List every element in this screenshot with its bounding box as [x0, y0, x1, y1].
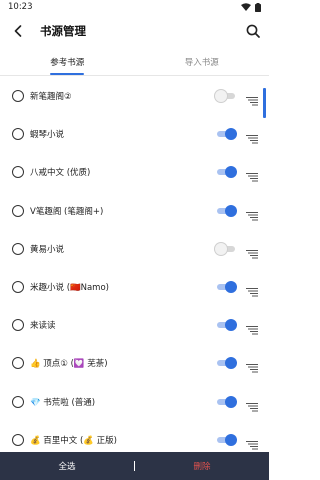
enable-toggle[interactable]: [215, 166, 237, 179]
enable-toggle[interactable]: [215, 395, 237, 408]
drag-handle-icon[interactable]: [246, 282, 258, 297]
source-name: 八戒中文 (优质): [30, 168, 91, 179]
source-name: 米趣小说 (🇨🇳Namo): [30, 283, 109, 293]
page-title: 书源管理: [40, 24, 86, 38]
drag-handle-icon[interactable]: [246, 435, 258, 450]
select-radio[interactable]: [12, 128, 24, 141]
back-button[interactable]: [10, 23, 26, 39]
source-row[interactable]: 米趣小说 (🇨🇳Namo): [0, 268, 269, 306]
enable-toggle[interactable]: [215, 281, 237, 293]
drag-handle-icon[interactable]: [246, 244, 258, 259]
source-name: 蝦琴小说: [30, 130, 65, 141]
source-row[interactable]: 八戒中文 (优质): [0, 153, 269, 191]
drag-handle-icon[interactable]: [246, 206, 258, 221]
scrollbar[interactable]: [263, 88, 266, 118]
select-all-button[interactable]: 全选: [0, 460, 134, 472]
drag-handle-icon[interactable]: [246, 358, 258, 373]
select-radio[interactable]: [12, 90, 24, 102]
source-row[interactable]: 👍 顶点① (💟 芜荼): [0, 344, 269, 382]
source-row[interactable]: 💰 百里中文 (💰 正版): [0, 421, 269, 452]
search-icon: [246, 24, 260, 38]
source-row[interactable]: 黄易小说: [0, 230, 269, 268]
source-name: 💰 百里中文 (💰 正版): [30, 435, 117, 446]
source-row[interactable]: 新笔趣阁②: [0, 77, 269, 115]
source-name: 👍 顶点① (💟 芜荼): [30, 359, 108, 370]
app-bar: 书源管理: [0, 14, 269, 48]
select-radio[interactable]: [12, 319, 24, 332]
drag-handle-icon[interactable]: [246, 320, 258, 335]
source-name: 新笔趣阁②: [30, 92, 72, 102]
source-row[interactable]: 蝦琴小说: [0, 115, 269, 153]
enable-toggle[interactable]: [215, 433, 237, 446]
source-name: 💎 书荒啦 (普通): [30, 397, 96, 408]
source-name: 黄易小说: [30, 244, 65, 255]
enable-toggle[interactable]: [215, 242, 237, 255]
enable-toggle[interactable]: [215, 128, 237, 141]
tab-reference-sources[interactable]: 参考书源: [0, 48, 135, 75]
source-name: V笔趣阁 (笔趣阁+): [30, 206, 104, 217]
select-radio[interactable]: [12, 357, 24, 370]
enable-toggle[interactable]: [215, 357, 237, 370]
enable-toggle[interactable]: [215, 90, 237, 102]
status-time: 10:23: [8, 2, 33, 12]
source-list: 新笔趣阁② 蝦琴小说八戒中文 (优质) V笔趣阁 (笔趣阁+) 黄易小说米趣小说 (🇨…: [0, 77, 269, 452]
drag-handle-icon[interactable]: [246, 129, 258, 144]
bottom-action-bar: 全选 删除: [0, 452, 269, 480]
tab-bar: 参考书源 导入书源: [0, 48, 269, 76]
status-bar: 10:23: [0, 0, 269, 14]
source-row[interactable]: 来读读: [0, 306, 269, 344]
source-row[interactable]: V笔趣阁 (笔趣阁+): [0, 192, 269, 230]
select-radio[interactable]: [12, 395, 24, 408]
drag-handle-icon[interactable]: [246, 397, 258, 412]
source-row[interactable]: 💎 书荒啦 (普通): [0, 383, 269, 421]
select-radio[interactable]: [12, 166, 24, 179]
source-name: 来读读: [30, 321, 56, 332]
drag-handle-icon[interactable]: [246, 91, 258, 106]
tab-import-sources[interactable]: 导入书源: [135, 48, 270, 75]
battery-icon: [255, 2, 261, 12]
enable-toggle[interactable]: [215, 204, 237, 217]
search-button[interactable]: [245, 23, 261, 39]
delete-button[interactable]: 删除: [135, 460, 269, 472]
select-radio[interactable]: [12, 433, 24, 446]
back-arrow-icon: [14, 25, 22, 37]
select-radio[interactable]: [12, 281, 24, 293]
wifi-icon: [241, 3, 251, 11]
select-radio[interactable]: [12, 242, 24, 255]
select-radio[interactable]: [12, 204, 24, 217]
drag-handle-icon[interactable]: [246, 167, 258, 182]
enable-toggle[interactable]: [215, 319, 237, 332]
